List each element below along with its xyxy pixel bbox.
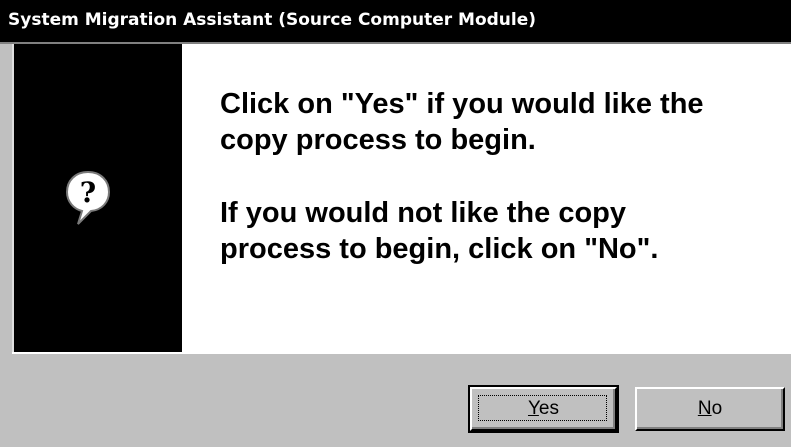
message-line-2: copy process to begin. [220,124,536,156]
no-button-label: No [697,398,723,419]
svg-text:?: ? [80,176,96,209]
message-text: Click on "Yes" if you would like the cop… [220,86,780,267]
yes-button[interactable]: Yes [468,385,619,433]
window-title: System Migration Assistant (Source Compu… [8,10,537,30]
message-line-1: Click on "Yes" if you would like the [220,88,704,120]
question-icon: ? [65,170,111,225]
dialog-window: System Migration Assistant (Source Compu… [0,0,791,447]
yes-button-label: Yes [527,398,559,419]
icon-panel: ? [14,44,182,352]
message-line-4: process to begin, click on "No". [220,233,659,265]
message-paragraph-no: If you would not like the copy process t… [220,195,780,267]
no-button[interactable]: No [635,387,785,431]
title-bar[interactable]: System Migration Assistant (Source Compu… [0,0,791,44]
message-paragraph-yes: Click on "Yes" if you would like the cop… [220,86,780,158]
button-bar: Yes No [12,352,791,447]
dialog-content: ? Click on "Yes" if you would like the c… [12,44,791,352]
message-line-3: If you would not like the copy [220,197,627,229]
